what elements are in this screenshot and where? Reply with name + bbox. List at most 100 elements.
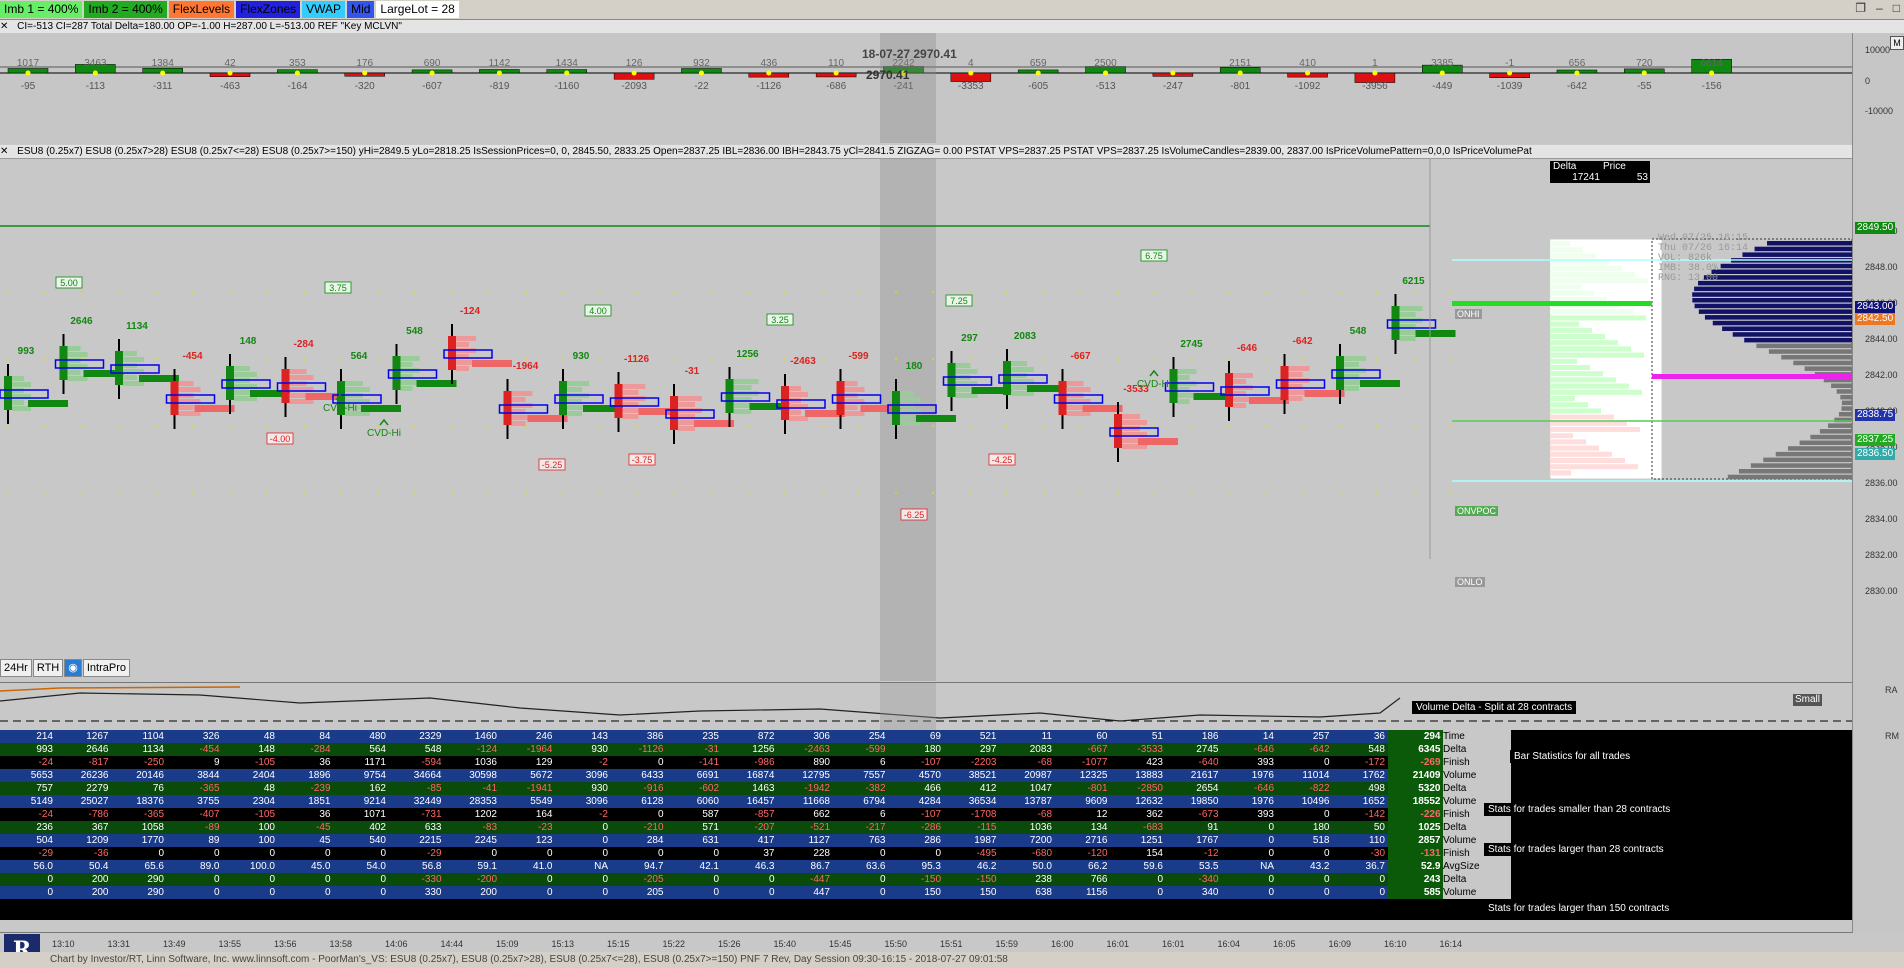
delta-bottom-label: -605 <box>1028 81 1048 92</box>
grid-dot <box>155 492 157 494</box>
tab-24hr[interactable]: 24Hr <box>0 659 32 677</box>
stats-cell: 186 <box>1201 731 1219 742</box>
profile-row <box>1550 334 1605 339</box>
stats-cell: -1126 <box>638 744 664 755</box>
stats-cell: 521 <box>979 731 997 742</box>
grid-dot <box>7 492 9 494</box>
stats-cell: -2850 <box>1137 783 1163 794</box>
stats-cell: -239 <box>310 783 331 794</box>
imbalance-bar <box>139 375 179 382</box>
price-panel[interactable]: 993 2646 1134 -454 148 -284 564 548 -124 -1964 930… <box>0 159 1853 681</box>
grid-dot <box>377 291 379 293</box>
onhi-label: ONHI <box>1455 309 1482 319</box>
minimize-icon[interactable]: – <box>1876 1 1883 15</box>
stats-cell: 402 <box>369 822 386 833</box>
stats-cell: 330 <box>424 887 442 898</box>
profile-row <box>1550 327 1592 333</box>
volume-profile-row <box>678 426 695 431</box>
zigzag-text: -5.25 <box>542 460 563 470</box>
grid-dot <box>747 492 749 494</box>
stats-cell: 0 <box>213 848 220 859</box>
delta-top-label: 126 <box>626 58 643 69</box>
price-bar-body <box>725 379 734 413</box>
stats-cell: 1460 <box>474 731 497 742</box>
stats-cell: 0 <box>657 809 664 820</box>
price-axis[interactable]: 100000-100002850.002848.002846.002844.00… <box>1793 33 1904 933</box>
stats-cell: 41.0 <box>533 861 553 872</box>
volume-profile-row <box>1177 375 1190 380</box>
stats-cell: 150 <box>979 887 997 898</box>
stats-cell: -284 <box>310 744 331 755</box>
highlight-column <box>880 683 936 730</box>
stats-annotation-large: Stats for trades larger than 28 contract… <box>1484 843 1668 856</box>
grid-dot <box>1228 425 1230 427</box>
stats-cell: 56.8 <box>422 861 442 872</box>
delta-bottom-label: -1160 <box>554 81 579 92</box>
volume-profile-row <box>67 346 81 351</box>
stats-cell: 0 <box>1268 822 1274 833</box>
stats-row: 236 367 1058 -89 100 -45 402 633 -83 -23 0 -210 571 -… <box>0 821 1511 834</box>
grid-dot <box>303 291 305 293</box>
grid-dot <box>155 425 157 427</box>
zigzag-label: -4.00 <box>266 432 294 445</box>
stats-cell: 48 <box>263 783 275 794</box>
delta-bottom-label: -1126 <box>756 81 781 92</box>
stats-cell: 36 <box>1373 731 1385 742</box>
stats-cell: 12 <box>1096 809 1108 820</box>
stats-row: 5149 25027 18376 3755 2304 1851 9214 32449 28353… <box>0 795 1511 808</box>
delta-marker <box>429 70 435 76</box>
stats-cell: 0 <box>158 848 164 859</box>
toolbar-button[interactable]: VWAP <box>302 1 346 18</box>
tab-rth[interactable]: RTH <box>32 659 64 677</box>
max-button[interactable]: M <box>1890 36 1904 50</box>
restore-icon[interactable]: ❐ <box>1855 1 1866 15</box>
toolbar-button[interactable]: FlexZones <box>236 1 301 18</box>
volume-profile-row <box>844 381 858 386</box>
toolbar-button[interactable]: Mid <box>347 1 375 18</box>
zigzag-label: 3.75 <box>324 281 352 294</box>
session-profile-row <box>1738 469 1852 474</box>
toolbar-button[interactable]: FlexLevels <box>168 1 235 18</box>
grid-dot <box>266 492 268 494</box>
globe-icon[interactable]: ◉ <box>64 659 82 677</box>
zigzag-text: -4.25 <box>992 455 1013 465</box>
maximize-icon[interactable]: □ <box>1893 1 1900 15</box>
volume-profile-row <box>955 387 971 392</box>
volume-profile-row <box>678 396 702 401</box>
stats-cell: 1058 <box>141 822 164 833</box>
delta-top-label: 3463 <box>84 58 107 69</box>
stats-row-label: Finish <box>1443 756 1511 769</box>
toolbar-button[interactable]: Imb 2 = 400% <box>84 1 167 18</box>
grid-dot <box>525 358 527 360</box>
zigzag-label: 4.00 <box>584 304 612 317</box>
grid-dot <box>44 358 46 360</box>
stats-cell: 0 <box>713 887 719 898</box>
toolbar-button[interactable]: Imb 1 = 400% <box>0 1 83 18</box>
stats-cell: 12325 <box>1079 770 1108 781</box>
stats-cell: -2203 <box>970 757 997 768</box>
stats-cell: -857 <box>754 809 775 820</box>
volume-profile-row <box>123 351 137 356</box>
price-bar-body <box>115 351 123 385</box>
grid-dot <box>340 492 342 494</box>
stats-cell: 423 <box>1146 757 1163 768</box>
stats-cell: 1463 <box>752 783 775 794</box>
stats-cell: -521 <box>809 822 830 833</box>
grid-dot <box>1302 425 1304 427</box>
toolbar-button[interactable]: LargeLot = 28 <box>376 1 459 18</box>
stats-cell: -68 <box>1037 809 1052 820</box>
price-axis-tick: 2832.00 <box>1865 550 1898 560</box>
bar-delta-label: 1134 <box>126 321 148 332</box>
stats-cell: 0 <box>1268 874 1274 885</box>
stats-cell: 930 <box>591 744 608 755</box>
stats-cell: -2463 <box>804 744 830 755</box>
price-bar-body <box>448 336 456 370</box>
close-icon[interactable]: ✕ <box>0 21 8 32</box>
zigzag-label: 3.25 <box>766 313 794 326</box>
vpoc-bar <box>1452 301 1652 306</box>
tab-intrapro[interactable]: IntraPro <box>82 659 131 677</box>
close-icon[interactable]: ✕ <box>0 146 8 157</box>
rm-label: RM <box>1885 731 1899 741</box>
volume-profile-row <box>733 385 752 390</box>
grid-dot <box>44 425 46 427</box>
